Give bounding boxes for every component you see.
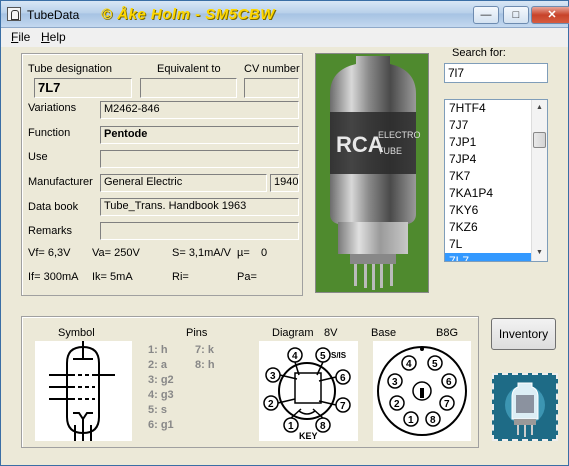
svg-text:7: 7	[340, 401, 346, 412]
scroll-up-icon[interactable]: ▲	[532, 100, 547, 116]
use-label: Use	[28, 151, 48, 163]
tube-designation-field[interactable]: 7L7	[34, 78, 132, 98]
tube-photo-image: RCA ELECTRO TUBE	[330, 56, 421, 290]
symbol-label: Symbol	[58, 327, 95, 339]
va-value: Va= 250V	[92, 247, 140, 259]
pin-entry: 5: s	[148, 404, 167, 416]
svg-text:8: 8	[430, 415, 436, 426]
app-logo	[492, 373, 558, 441]
main-window: TubeData © Åke Holm - SM5CBW — □ ✕ File …	[0, 0, 569, 466]
tube-designation-label: Tube designation	[28, 63, 112, 75]
title-bar[interactable]: TubeData © Åke Holm - SM5CBW — □ ✕	[1, 1, 569, 28]
app-icon	[7, 7, 21, 21]
photo-line1-text: ELECTRO	[378, 130, 421, 140]
search-label: Search for:	[452, 47, 506, 59]
databook-field[interactable]: Tube_Trans. Handbook 1963	[100, 198, 299, 216]
pin-entry: 4: g3	[148, 389, 174, 401]
window-title: TubeData	[27, 8, 80, 22]
pin-entry: 8: h	[195, 359, 215, 371]
svg-text:4: 4	[292, 351, 298, 362]
pin-entry: 3: g2	[148, 374, 174, 386]
copyright-banner: © Åke Holm - SM5CBW	[101, 6, 275, 23]
pentode-symbol-icon	[49, 341, 115, 441]
pin-entry: 7: k	[195, 344, 214, 356]
mu-value: 0	[261, 247, 268, 259]
diagram-code: 8V	[324, 327, 338, 339]
vf-value: Vf= 6,3V	[28, 247, 71, 259]
svg-text:6: 6	[340, 373, 346, 384]
search-input[interactable]: 7l7	[444, 63, 548, 83]
remarks-label: Remarks	[28, 225, 73, 237]
equivalent-label: Equivalent to	[157, 63, 221, 75]
svg-text:7: 7	[444, 399, 450, 410]
pin-diagram: 4 5 S/IS 3 6 2 7 1 8 KEY	[259, 341, 358, 441]
svg-text:6: 6	[446, 377, 452, 388]
inventory-button[interactable]: Inventory	[491, 318, 556, 350]
photo-brand-text: RCA	[336, 132, 384, 157]
variations-label: Variations	[28, 102, 77, 114]
base-label: Base	[371, 327, 397, 339]
pins-label: Pins	[186, 327, 208, 339]
svg-text:5: 5	[320, 351, 326, 362]
maximize-button[interactable]: □	[503, 6, 529, 24]
base-diagram: 4 5 3 6 2 7 1 8	[373, 341, 471, 441]
svg-text:8: 8	[320, 421, 326, 432]
listbox-scrollbar[interactable]: ▲ ▼	[531, 100, 547, 261]
base-code: B8G	[436, 327, 459, 339]
menu-help[interactable]: Help	[41, 30, 66, 44]
year-field[interactable]: 1940	[270, 174, 299, 192]
use-field[interactable]	[100, 150, 299, 168]
variations-field[interactable]: M2462-846	[100, 101, 299, 119]
menu-bar: File Help	[1, 28, 568, 47]
diagram-ss-label: S/IS	[331, 351, 347, 360]
pin-diagram-icon: 4 5 S/IS 3 6 2 7 1 8 KEY	[263, 347, 351, 441]
pin-entry: 2: a	[148, 359, 167, 371]
pin-entry: 1: h	[148, 344, 168, 356]
scroll-thumb[interactable]	[533, 132, 546, 148]
svg-text:4: 4	[406, 359, 412, 370]
pin-entry: 6: g1	[148, 419, 174, 431]
pins-list-left: 1: h 2: a 3: g2 4: g3 5: s 6: g1	[148, 343, 174, 433]
function-label: Function	[28, 127, 71, 139]
manufacturer-field[interactable]: General Electric	[100, 174, 267, 192]
cv-number-label: CV number	[244, 63, 300, 75]
if-value: If= 300mA	[28, 271, 79, 283]
databook-label: Data book	[28, 201, 79, 213]
pa-value: Pa=	[237, 271, 257, 283]
ri-value: Ri=	[172, 271, 189, 283]
manufacturer-label: Manufacturer	[28, 176, 93, 188]
remarks-field[interactable]	[100, 222, 299, 240]
tube-logo-icon	[505, 382, 545, 437]
function-field[interactable]: Pentode	[100, 126, 299, 144]
scroll-down-icon[interactable]: ▼	[532, 245, 547, 261]
cv-number-field[interactable]	[244, 78, 299, 98]
svg-text:2: 2	[268, 399, 274, 410]
base-diagram-icon: 4 5 3 6 2 7 1 8	[377, 346, 467, 436]
diagram-key-label: KEY	[299, 431, 318, 441]
equivalent-field[interactable]	[140, 78, 237, 98]
svg-text:2: 2	[394, 399, 400, 410]
ik-value: Ik= 5mA	[92, 271, 133, 283]
menu-file[interactable]: File	[11, 30, 30, 44]
s-value: S= 3,1mA/V	[172, 247, 232, 259]
results-listbox[interactable]: 7HTF4 7J7 7JP1 7JP4 7K7 7KA1P4 7KY6 7KZ6 7L 7L7 ▲…	[444, 99, 548, 262]
minimize-button[interactable]: —	[473, 6, 499, 24]
pins-list-right: 7: k 8: h	[195, 343, 215, 373]
tube-symbol	[35, 341, 132, 441]
svg-text:5: 5	[432, 359, 438, 370]
svg-text:1: 1	[288, 421, 294, 432]
close-button[interactable]: ✕	[531, 6, 569, 24]
svg-text:3: 3	[270, 371, 276, 382]
photo-line2-text: TUBE	[378, 146, 402, 156]
mu-label: µ=	[237, 247, 250, 259]
diagram-label: Diagram	[272, 327, 314, 339]
svg-text:3: 3	[392, 377, 398, 388]
tube-photo: RCA ELECTRO TUBE	[315, 53, 429, 293]
svg-text:1: 1	[408, 415, 414, 426]
